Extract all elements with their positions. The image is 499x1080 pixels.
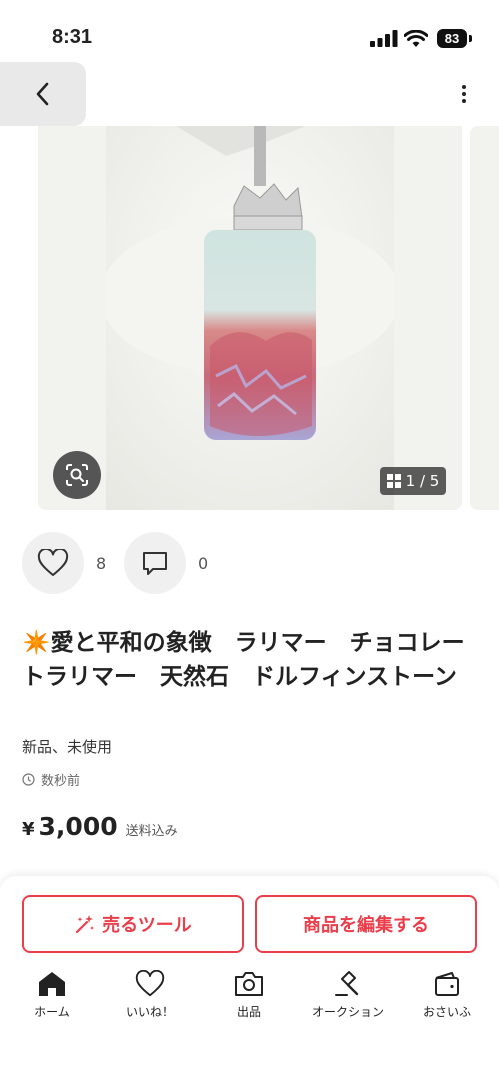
item-title: ✴️愛と平和の象徴 ラリマー チョコレートラリマー 天然石 ドルフィンストーン: [22, 626, 482, 694]
price-symbol: ¥: [22, 819, 35, 840]
home-icon: [39, 972, 65, 996]
comment-button[interactable]: [124, 532, 186, 594]
more-dot-icon: [462, 85, 466, 89]
sell-tool-label: 売るツール: [102, 915, 192, 936]
sell-tool-button[interactable]: 売るツール: [22, 895, 244, 953]
nav-likes[interactable]: いいね！: [105, 970, 195, 1020]
nav-sell-label: 出品: [236, 1005, 261, 1019]
magic-wand-icon: [76, 915, 95, 934]
edit-item-button[interactable]: 商品を編集する: [255, 895, 477, 953]
nav-auction[interactable]: オークション: [303, 970, 393, 1020]
gallery-slide[interactable]: [38, 126, 462, 510]
nav-likes-label: いいね！: [125, 1005, 174, 1019]
nav-wallet[interactable]: おさいふ: [402, 970, 492, 1020]
item-condition: 新品、未使用: [22, 738, 113, 756]
image-search-button[interactable]: [53, 451, 101, 499]
nav-sell[interactable]: 出品: [204, 970, 294, 1020]
like-button[interactable]: [22, 532, 84, 594]
image-counter-text: 1 / 5: [405, 472, 440, 490]
battery-icon: 83: [437, 29, 467, 48]
nav-home[interactable]: ホーム: [7, 970, 97, 1020]
back-button[interactable]: [0, 62, 86, 126]
nav-wallet-label: おさいふ: [422, 1005, 471, 1019]
edit-item-label: 商品を編集する: [303, 915, 429, 936]
clock-icon: [22, 773, 35, 786]
item-title-text: 愛と平和の象徴 ラリマー チョコレートラリマー 天然石 ドルフィンストーン: [22, 630, 465, 690]
battery-tip: [469, 35, 472, 42]
signal-icon: [370, 30, 398, 47]
more-dot-icon: [462, 92, 466, 96]
comment-count: 0: [198, 554, 209, 573]
lens-search-icon: [66, 464, 88, 486]
more-dot-icon: [462, 99, 466, 103]
status-bar: 8:31 83: [0, 0, 499, 60]
price-amount: 3,000: [38, 812, 118, 841]
like-count: 8: [96, 554, 107, 573]
grid-icon: [386, 474, 401, 488]
more-options-button[interactable]: [454, 82, 474, 112]
wifi-icon: [404, 30, 428, 47]
nav-home-label: ホーム: [34, 1005, 70, 1019]
camera-icon: [235, 972, 263, 996]
nav-auction-label: オークション: [311, 1005, 384, 1019]
wallet-icon: [435, 972, 459, 996]
status-time: 8:31: [52, 26, 93, 48]
comment-icon: [143, 552, 167, 575]
heart-icon: [37, 549, 69, 576]
gallery-next-slide[interactable]: [470, 126, 499, 510]
posted-time: 数秒前: [22, 770, 80, 789]
item-price: ¥ 3,000 送料込み: [22, 812, 178, 841]
posted-time-text: 数秒前: [41, 774, 81, 789]
chevron-left-icon: [36, 82, 49, 106]
sparkle-emoji-icon: ✴️: [22, 630, 51, 656]
product-photo: [106, 126, 394, 510]
image-counter[interactable]: 1 / 5: [380, 467, 446, 495]
shipping-label: 送料込み: [125, 824, 178, 839]
gavel-icon: [335, 971, 359, 996]
heart-icon: [135, 970, 165, 997]
